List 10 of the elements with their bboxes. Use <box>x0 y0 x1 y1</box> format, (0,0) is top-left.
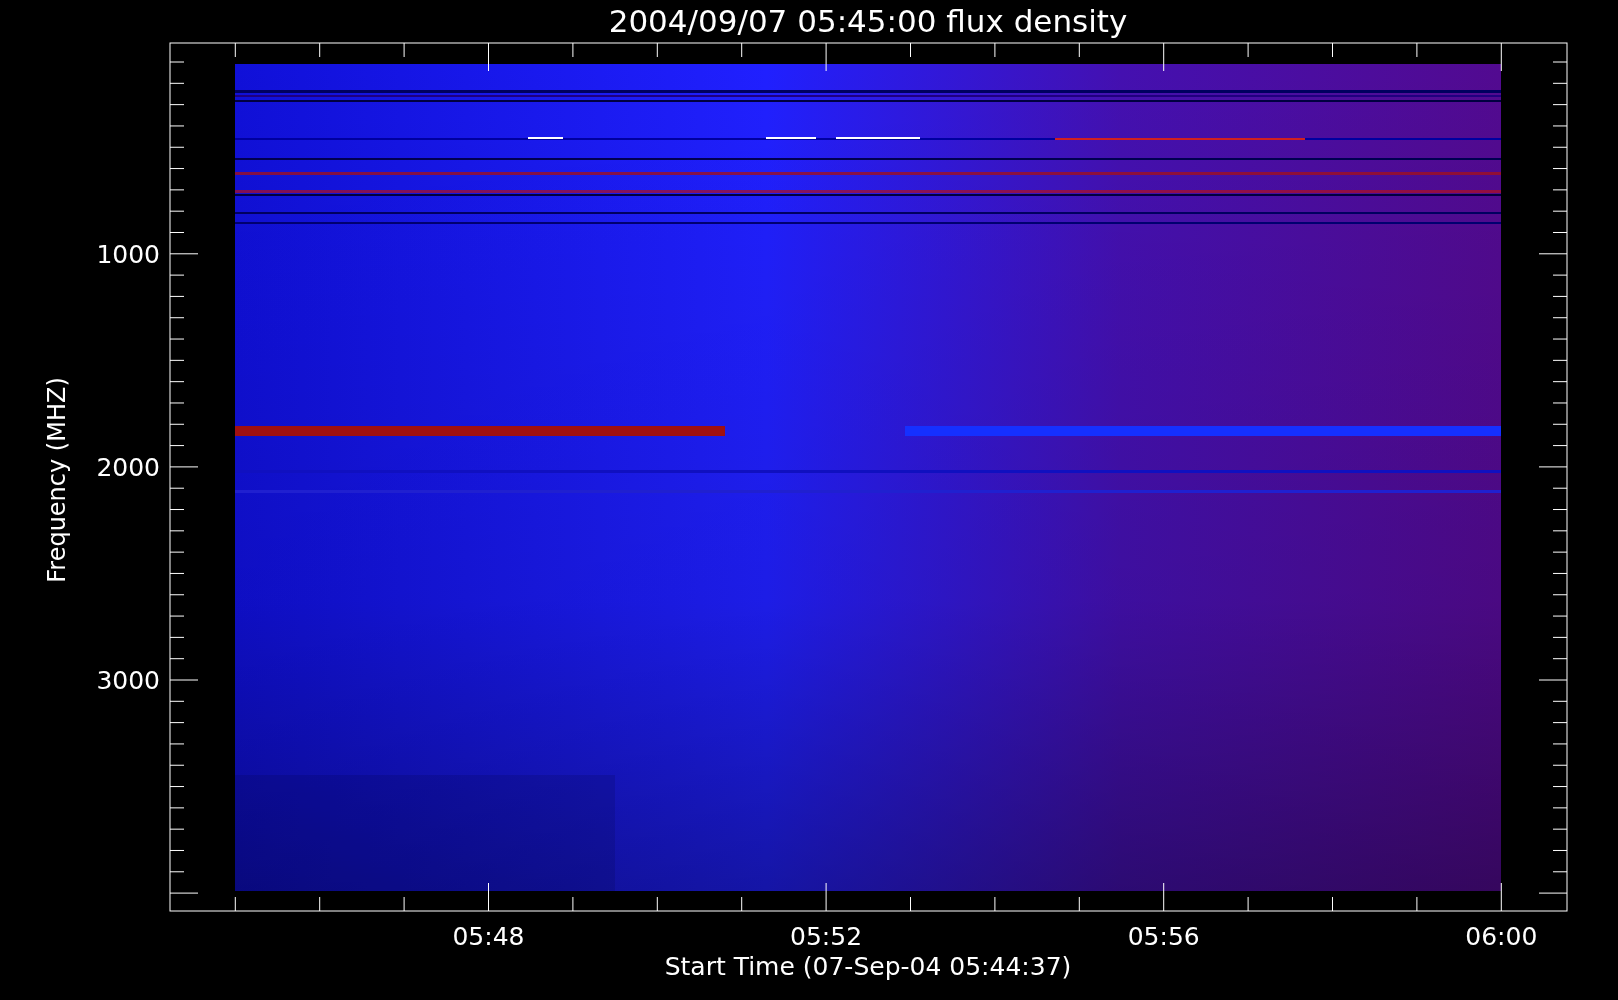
tick-label: 05:52 <box>790 922 863 951</box>
plot-title: 2004/09/07 05:45:00 flux density <box>608 3 1128 39</box>
tick-label: 1000 <box>96 239 160 269</box>
tick-label: 3000 <box>96 666 160 695</box>
axis-label: Start Time (07-Sep-04 05:44:37) <box>664 952 1072 981</box>
tick-label: 05:48 <box>452 922 525 951</box>
tick-label: 06:00 <box>1465 922 1538 951</box>
tick-label: 05:56 <box>1127 922 1200 951</box>
tick-label: 2000 <box>96 452 160 482</box>
axis-label: Frequency (MHZ) <box>43 377 71 583</box>
